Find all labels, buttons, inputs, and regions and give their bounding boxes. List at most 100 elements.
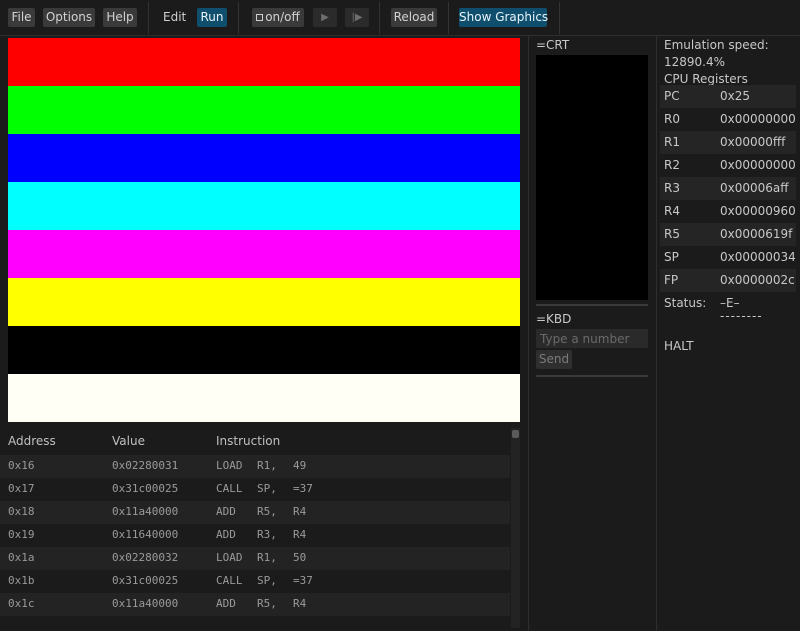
register-name: R0: [664, 112, 680, 126]
status-dashes: --------: [720, 309, 763, 323]
toolbar-separator: [559, 2, 560, 34]
cpu-registers-title: CPU Registers: [664, 72, 748, 86]
register-name: R4: [664, 204, 680, 218]
memory-address: 0x1c: [8, 597, 35, 610]
memory-value: 0x11a40000: [112, 597, 179, 610]
graphics-display: [8, 38, 520, 422]
instruction-arg2: 49: [293, 459, 307, 472]
register-name: R5: [664, 227, 680, 241]
register-row: R4 0x00000960: [660, 200, 796, 223]
show-graphics-button[interactable]: Show Graphics: [459, 8, 548, 27]
instruction-arg2: R4: [293, 528, 307, 541]
instruction-opcode: CALL: [216, 574, 243, 587]
play-button[interactable]: ▶: [313, 8, 337, 27]
crt-screen: [536, 55, 648, 300]
register-value: 0x00000960: [720, 204, 796, 218]
color-stripe: [8, 230, 520, 278]
instruction-opcode: LOAD: [216, 459, 243, 472]
register-row: PC 0x25: [660, 85, 796, 108]
register-value: 0x25: [720, 89, 751, 103]
options-menu-button[interactable]: Options: [43, 8, 95, 27]
memory-row[interactable]: 0x16 0x02280031 LOAD R1, 49: [0, 455, 510, 478]
memory-row[interactable]: 0x1b 0x31c00025 CALL SP, =37: [0, 570, 510, 593]
panel-divider: [528, 36, 529, 631]
register-row: FP 0x0000002c: [660, 269, 796, 292]
instruction-opcode: LOAD: [216, 551, 243, 564]
memory-value: 0x11a40000: [112, 505, 179, 518]
memory-view: Address Value Instruction 0x16 0x02280031…: [0, 425, 524, 631]
instruction-arg1: R5,: [257, 597, 277, 610]
toolbar-separator: [238, 2, 239, 34]
crt-label: =CRT: [536, 38, 570, 52]
instruction-arg1: SP,: [257, 574, 277, 587]
register-row: R2 0x00000000: [660, 154, 796, 177]
memory-address: 0x1a: [8, 551, 35, 564]
memory-row[interactable]: 0x1c 0x11a40000 ADD R5, R4: [0, 593, 510, 616]
step-icon: |▶: [351, 12, 363, 23]
toolbar-separator: [379, 2, 380, 34]
kbd-divider: [536, 375, 648, 377]
instruction-arg2: R4: [293, 597, 307, 610]
register-row: R3 0x00006aff: [660, 177, 796, 200]
instruction-opcode: CALL: [216, 482, 243, 495]
register-name: R1: [664, 135, 680, 149]
play-icon: ▶: [321, 12, 329, 23]
color-stripe: [8, 38, 520, 86]
instruction-arg2: =37: [293, 574, 313, 587]
instruction-opcode: ADD: [216, 528, 236, 541]
panel-divider: [656, 36, 657, 631]
memory-row[interactable]: 0x18 0x11a40000 ADD R5, R4: [0, 501, 510, 524]
register-name: R2: [664, 158, 680, 172]
run-mode-button[interactable]: Run: [197, 8, 227, 27]
memory-address: 0x1b: [8, 574, 35, 587]
color-stripe: [8, 182, 520, 230]
instruction-column-header: Instruction: [216, 434, 281, 448]
edit-mode-button[interactable]: Edit: [163, 8, 186, 27]
color-stripe: [8, 278, 520, 326]
register-name: PC: [664, 89, 680, 103]
register-row: R1 0x00000fff: [660, 131, 796, 154]
memory-value: 0x31c00025: [112, 574, 179, 587]
memory-row[interactable]: 0x19 0x11640000 ADD R3, R4: [0, 524, 510, 547]
instruction-arg2: 50: [293, 551, 307, 564]
instruction-arg1: SP,: [257, 482, 277, 495]
scrollbar-thumb[interactable]: [512, 430, 519, 438]
memory-row[interactable]: 0x17 0x31c00025 CALL SP, =37: [0, 478, 510, 501]
reload-button[interactable]: Reload: [391, 8, 437, 27]
help-menu-button[interactable]: Help: [103, 8, 137, 27]
register-row: SP 0x00000034: [660, 246, 796, 269]
color-stripe: [8, 326, 520, 374]
instruction-arg1: R5,: [257, 505, 277, 518]
kbd-number-input[interactable]: [536, 329, 648, 348]
value-column-header: Value: [112, 434, 145, 448]
memory-value: 0x02280032: [112, 551, 179, 564]
register-value: 0x00000fff: [720, 135, 786, 149]
toolbar: File Options Help Edit Run on/off ▶ |▶ R…: [0, 0, 800, 36]
memory-value: 0x11640000: [112, 528, 179, 541]
cpu-state: HALT: [664, 339, 694, 353]
instruction-arg2: =37: [293, 482, 313, 495]
file-menu-button[interactable]: File: [8, 8, 35, 27]
color-stripe: [8, 86, 520, 134]
emulation-speed-value: 12890.4%: [664, 55, 726, 69]
memory-value: 0x31c00025: [112, 482, 179, 495]
register-value: 0x0000619f: [720, 227, 793, 241]
memory-address: 0x19: [8, 528, 35, 541]
register-name: R3: [664, 181, 680, 195]
instruction-arg2: R4: [293, 505, 307, 518]
register-name: FP: [664, 273, 679, 287]
instruction-arg1: R1,: [257, 459, 277, 472]
kbd-label: =KBD: [536, 312, 572, 326]
memory-row[interactable]: 0x1a 0x02280032 LOAD R1, 50: [0, 547, 510, 570]
instruction-opcode: ADD: [216, 505, 236, 518]
toolbar-separator: [448, 2, 449, 34]
instruction-arg1: R1,: [257, 551, 277, 564]
power-toggle-button[interactable]: on/off: [252, 8, 304, 27]
register-value: 0x00006aff: [720, 181, 789, 195]
color-stripe: [8, 374, 520, 422]
step-button[interactable]: |▶: [345, 8, 369, 27]
send-button[interactable]: Send: [536, 350, 572, 369]
memory-header: Address Value Instruction: [0, 425, 510, 455]
memory-scrollbar[interactable]: [511, 428, 520, 628]
register-row: R5 0x0000619f: [660, 223, 796, 246]
